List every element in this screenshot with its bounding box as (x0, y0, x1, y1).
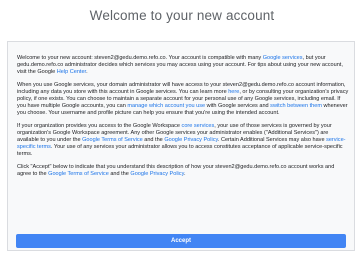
consent-privacy-link[interactable]: Google Privacy Policy (130, 171, 184, 177)
workspace-text-5: . Your use of any services your administ… (17, 144, 343, 158)
workspace-text-4: . Certain Additional Services may also h… (217, 136, 327, 143)
terms-of-service-link[interactable]: Google Terms of Service (82, 137, 143, 143)
workspace-text-1: If your organization provides you access… (17, 122, 182, 129)
consent-paragraph: Click "Accept" below to indicate that yo… (17, 164, 349, 178)
consent-terms-link[interactable]: Google Terms of Service (48, 171, 109, 177)
intro-paragraph: Welcome to your new account: steven2@ged… (17, 55, 349, 76)
core-services-link[interactable]: core services (182, 123, 215, 129)
consent-text-3: . (183, 170, 186, 177)
privacy-paragraph: When you use Google services, your domai… (17, 82, 349, 117)
welcome-page: Welcome to your new account Welcome to y… (0, 0, 364, 258)
accept-button[interactable]: Accept (16, 234, 346, 248)
learn-more-here-link[interactable]: here (228, 89, 239, 95)
switch-accounts-link[interactable]: switch between them (270, 103, 322, 109)
help-center-link[interactable]: Help Center (57, 69, 86, 75)
manage-account-link[interactable]: manage which account you use (127, 103, 205, 109)
consent-text-2: and the (108, 170, 131, 177)
privacy-policy-link[interactable]: Google Privacy Policy (164, 137, 218, 143)
page-title: Welcome to your new account (89, 8, 275, 23)
intro-text-3: . (86, 69, 88, 76)
workspace-text-3: and the (142, 136, 165, 143)
intro-text-1: Welcome to your new account: steven2@ged… (17, 55, 263, 61)
privacy-text-3: with Google services and (205, 103, 271, 110)
google-services-link[interactable]: Google services (263, 55, 303, 61)
workspace-paragraph: If your organization provides you access… (17, 123, 349, 158)
terms-text: Welcome to your new account: steven2@ged… (17, 55, 349, 183)
